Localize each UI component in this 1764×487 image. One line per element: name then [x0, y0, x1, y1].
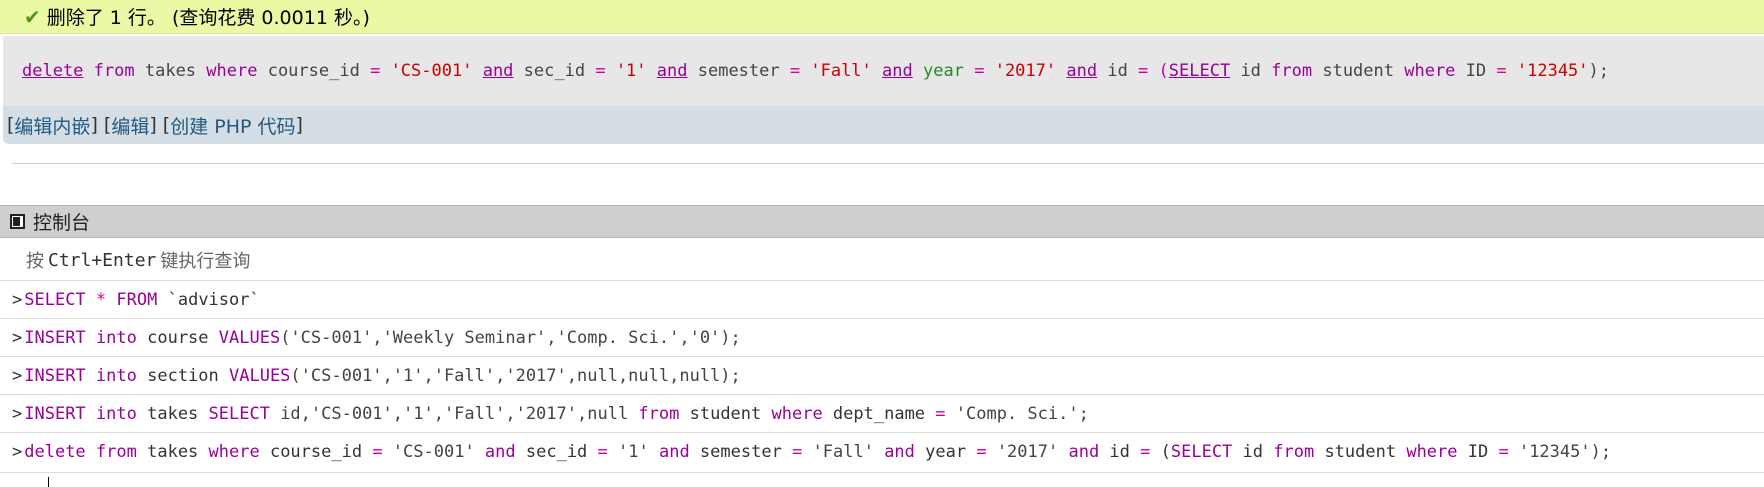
sql-keyword: where	[206, 61, 258, 81]
sql-keyword: where	[1404, 61, 1456, 81]
prompt-chevron-icon: >	[12, 441, 23, 462]
console-input[interactable]	[0, 472, 1764, 487]
console-history-item[interactable]: > INSERT into course VALUES ('CS-001','Wee…	[0, 318, 1764, 356]
success-banner: ✔ 删除了 1 行。 (查询花费 0.0011 秒。)	[0, 0, 1764, 34]
console-hint: 按 Ctrl+Enter 键执行查询	[26, 249, 251, 273]
executed-sql: delete from takes where course_id = 'CS-…	[3, 36, 1764, 106]
query-actions: [ 编辑内嵌 ] [ 编辑 ] [ 创建 PHP 代码 ]	[3, 106, 1764, 144]
prompt-chevron-icon: >	[12, 365, 23, 386]
console-history-item[interactable]: > delete from takes where course_id = 'CS…	[0, 432, 1764, 470]
sql-keyword[interactable]: and	[483, 61, 514, 81]
edit-inline-link[interactable]: 编辑内嵌	[14, 112, 90, 139]
console-icon	[10, 214, 25, 229]
console-history-item[interactable]: > SELECT * FROM `advisor`	[0, 280, 1764, 318]
sql-keyword[interactable]: and	[882, 61, 913, 81]
sql-string: '2017'	[994, 61, 1057, 81]
console-toggle[interactable]: 控制台	[0, 205, 1764, 238]
console-title: 控制台	[33, 212, 91, 234]
sql-keyword[interactable]: delete	[22, 61, 83, 81]
sql-function: year	[923, 61, 964, 81]
checkmark-icon: ✔	[24, 4, 41, 29]
sql-keyword: from	[1271, 61, 1313, 81]
sql-keyword[interactable]: SELECT	[1169, 61, 1230, 81]
sql-keyword[interactable]: and	[1066, 61, 1097, 81]
sql-string: '12345'	[1516, 61, 1589, 81]
edit-link[interactable]: 编辑	[111, 112, 149, 139]
sql-string: '1'	[615, 61, 647, 81]
prompt-chevron-icon: >	[12, 327, 23, 348]
console-history-item[interactable]: > INSERT into takes SELECT id,'CS-001','1…	[0, 394, 1764, 432]
sql-keyword: from	[93, 61, 135, 81]
prompt-chevron-icon: >	[12, 289, 23, 310]
sql-string: 'CS-001'	[390, 61, 473, 81]
divider	[12, 163, 1764, 164]
sql-keyword[interactable]: and	[657, 61, 688, 81]
console-history-item[interactable]: > INSERT into section VALUES ('CS-001','1'…	[0, 356, 1764, 394]
create-php-code-link[interactable]: 创建 PHP 代码	[170, 112, 295, 139]
success-message: 删除了 1 行。 (查询花费 0.0011 秒。)	[46, 7, 370, 29]
prompt-chevron-icon: >	[12, 403, 23, 424]
sql-string: 'Fall'	[810, 61, 872, 81]
